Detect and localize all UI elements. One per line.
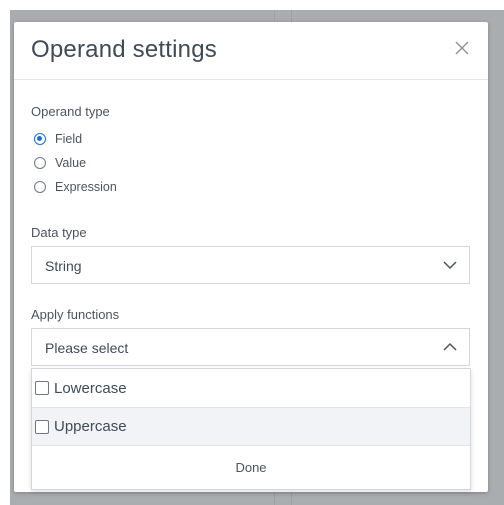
close-icon bbox=[455, 41, 469, 55]
radio-selected-icon[interactable] bbox=[34, 133, 46, 145]
apply-functions-placeholder: Please select bbox=[45, 340, 129, 356]
radio-unselected-icon[interactable] bbox=[34, 181, 46, 193]
chevron-up-icon bbox=[443, 342, 457, 351]
checkbox-icon[interactable] bbox=[35, 381, 49, 395]
radio-expression[interactable]: Expression bbox=[34, 177, 117, 197]
radio-label: Value bbox=[55, 156, 87, 170]
option-label: Uppercase bbox=[54, 418, 127, 435]
radio-label: Field bbox=[55, 132, 83, 146]
radio-label: Expression bbox=[55, 180, 117, 194]
operand-type-label: Operand type bbox=[31, 104, 110, 119]
option-label: Lowercase bbox=[54, 379, 127, 397]
functions-dropdown: Lowercase Uppercase Done bbox=[31, 368, 471, 490]
radio-field[interactable]: Field bbox=[34, 129, 82, 149]
dialog-title: Operand settings bbox=[31, 36, 217, 63]
apply-functions-label: Apply functions bbox=[31, 307, 120, 322]
chevron-down-icon bbox=[443, 261, 457, 270]
dialog-header: Operand settings bbox=[14, 22, 488, 80]
data-type-label: Data type bbox=[31, 225, 87, 240]
checkbox-icon[interactable] bbox=[35, 419, 49, 434]
done-button[interactable]: Done bbox=[32, 447, 470, 489]
apply-functions-select[interactable]: Please select bbox=[31, 328, 470, 366]
option-lowercase[interactable]: Lowercase bbox=[32, 369, 470, 407]
radio-value[interactable]: Value bbox=[34, 153, 86, 173]
close-button[interactable] bbox=[450, 36, 474, 60]
radio-unselected-icon[interactable] bbox=[34, 157, 46, 169]
option-uppercase[interactable]: Uppercase bbox=[32, 407, 470, 446]
data-type-select[interactable]: String bbox=[31, 246, 470, 284]
data-type-value: String bbox=[45, 258, 82, 274]
